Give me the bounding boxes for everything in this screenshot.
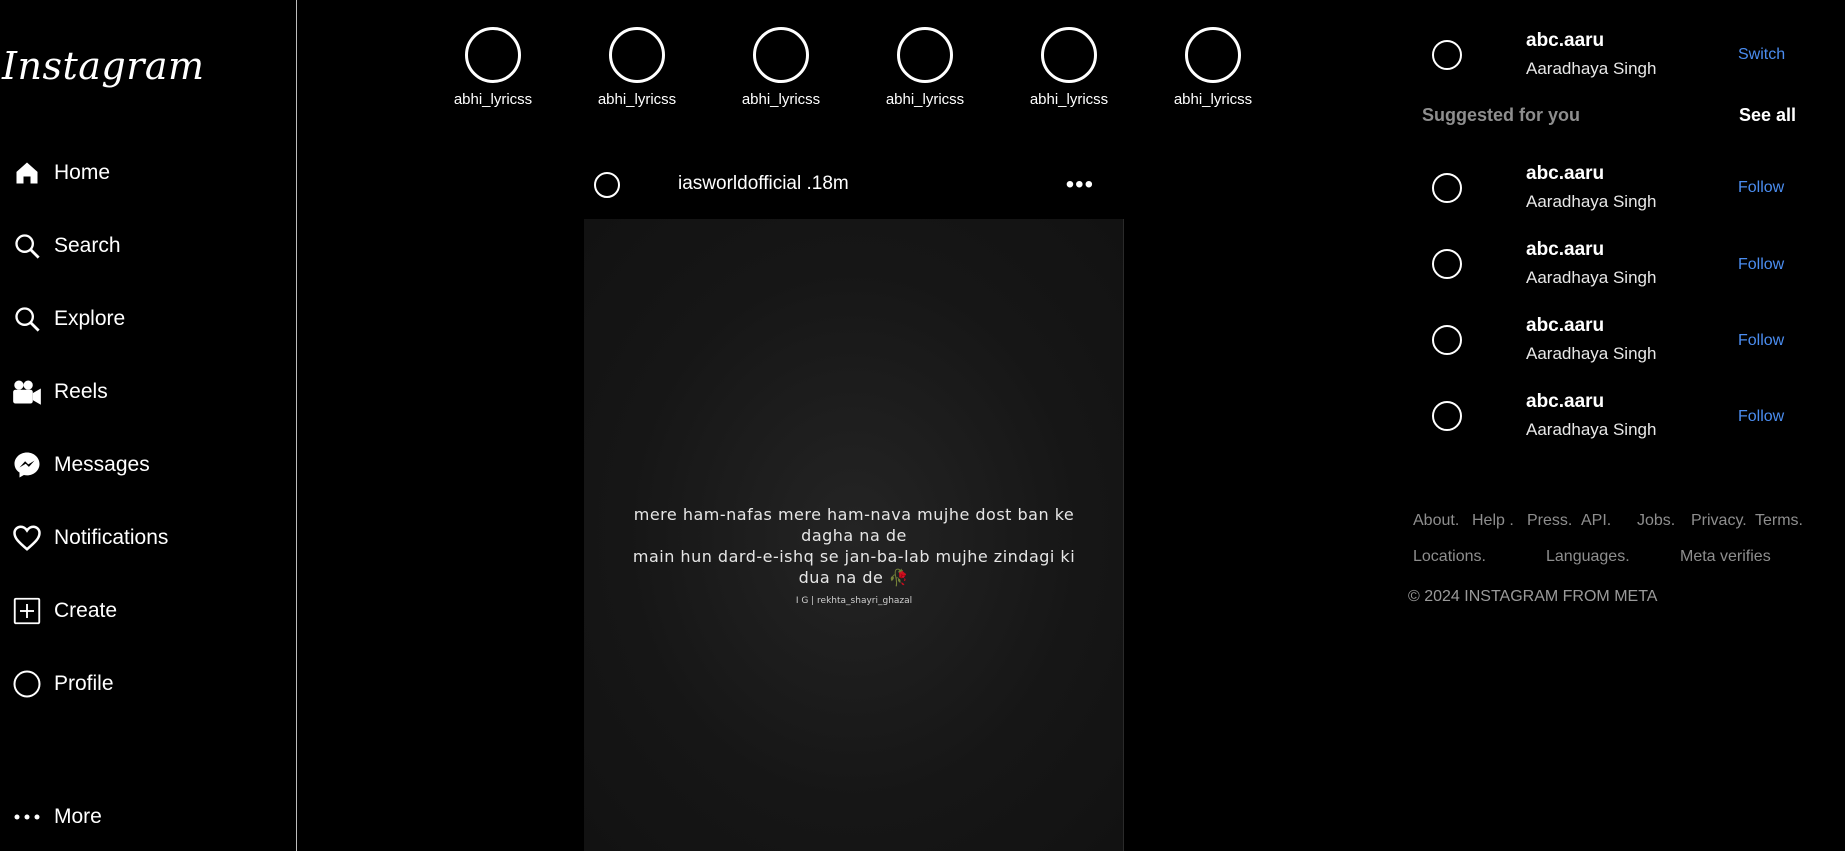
- suggestion-username[interactable]: abc.aaru: [1526, 163, 1604, 185]
- story-item[interactable]: abhi_lyricss: [582, 27, 692, 108]
- heart-icon: [12, 523, 42, 553]
- story-username: abhi_lyricss: [453, 91, 533, 108]
- nav-profile-label: Profile: [54, 672, 114, 695]
- story-item[interactable]: abhi_lyricss: [870, 27, 980, 108]
- post-header: iasworldofficial .18m •••: [584, 167, 1124, 203]
- home-icon: [12, 158, 42, 188]
- nav-home-label: Home: [54, 161, 111, 184]
- story-item[interactable]: abhi_lyricss: [438, 27, 548, 108]
- nav-profile[interactable]: Profile: [12, 664, 114, 704]
- footer-link-locations[interactable]: Locations.: [1413, 548, 1486, 566]
- more-dots-icon: [12, 802, 42, 832]
- nav-notifications[interactable]: Notifications: [12, 518, 168, 558]
- suggestion-avatar[interactable]: [1432, 249, 1462, 279]
- nav-search[interactable]: Search: [12, 226, 121, 266]
- suggestion-name: Aaradhaya Singh: [1526, 268, 1657, 287]
- nav-notifications-label: Notifications: [54, 526, 169, 549]
- post-caption-text: mere ham-nafas mere ham-nava mujhe dost …: [619, 504, 1089, 588]
- story-avatar: [1041, 27, 1097, 83]
- nav-explore[interactable]: Explore: [12, 299, 125, 339]
- footer-link-meta-verified[interactable]: Meta verifies: [1680, 548, 1771, 566]
- story-username: abhi_lyricss: [741, 91, 821, 108]
- switch-button[interactable]: Switch: [1738, 46, 1785, 64]
- follow-button[interactable]: Follow: [1738, 332, 1784, 350]
- suggestion-username[interactable]: abc.aaru: [1526, 315, 1604, 337]
- nav-create[interactable]: Create: [12, 591, 117, 631]
- post-more-options-icon[interactable]: •••: [1066, 171, 1094, 199]
- reels-icon: [12, 377, 42, 407]
- copyright-text: © 2024 INSTAGRAM FROM META: [1408, 588, 1658, 605]
- story-username: abhi_lyricss: [1173, 91, 1253, 108]
- post-line: main hun dard-e-ishq se jan-ba-lab mujhe…: [632, 547, 1076, 587]
- post-media[interactable]: mere ham-nafas mere ham-nava mujhe dost …: [584, 219, 1124, 851]
- post-line: mere ham-nafas mere ham-nava mujhe dost …: [633, 505, 1075, 545]
- nav-explore-label: Explore: [54, 307, 126, 330]
- story-item[interactable]: abhi_lyricss: [726, 27, 836, 108]
- suggestion-name: Aaradhaya Singh: [1526, 192, 1657, 211]
- follow-button[interactable]: Follow: [1738, 256, 1784, 274]
- footer-link-api[interactable]: API.: [1581, 512, 1611, 530]
- footer-link-privacy[interactable]: Privacy.: [1691, 512, 1747, 530]
- post-credit: I G | rekhta_shayri_ghazal: [795, 596, 913, 606]
- messenger-icon: [12, 450, 42, 480]
- nav-home[interactable]: Home: [12, 153, 110, 193]
- suggestion-avatar[interactable]: [1432, 325, 1462, 355]
- footer-link-press[interactable]: Press.: [1527, 512, 1572, 530]
- story-avatar: [753, 27, 809, 83]
- story-item[interactable]: abhi_lyricss: [1158, 27, 1268, 108]
- post-author[interactable]: iasworldofficial .18m: [678, 173, 849, 195]
- footer-link-about[interactable]: About.: [1413, 512, 1459, 530]
- footer-link-jobs[interactable]: Jobs.: [1637, 512, 1675, 530]
- nav-create-label: Create: [54, 599, 118, 622]
- nav-reels-label: Reels: [54, 380, 108, 403]
- post-author-avatar[interactable]: [594, 172, 620, 198]
- story-avatar: [897, 27, 953, 83]
- follow-button[interactable]: Follow: [1738, 179, 1784, 197]
- account-name: Aaradhaya Singh: [1526, 59, 1657, 78]
- suggestion-username[interactable]: abc.aaru: [1526, 239, 1604, 261]
- footer-link-help[interactable]: Help .: [1472, 512, 1514, 530]
- suggestion-username[interactable]: abc.aaru: [1526, 391, 1604, 413]
- follow-button[interactable]: Follow: [1738, 408, 1784, 426]
- story-username: abhi_lyricss: [597, 91, 677, 108]
- suggestion-avatar[interactable]: [1432, 401, 1462, 431]
- nav-search-label: Search: [54, 234, 121, 257]
- see-all-link[interactable]: See all: [1739, 105, 1796, 126]
- suggestion-name: Aaradhaya Singh: [1526, 420, 1657, 439]
- suggestion-avatar[interactable]: [1432, 173, 1462, 203]
- nav-more-label: More: [54, 805, 102, 828]
- suggested-label: Suggested for you: [1422, 105, 1581, 125]
- plus-square-icon: [12, 596, 42, 626]
- sidebar: Instagram Home Search Explore Reels Mess…: [0, 0, 297, 851]
- story-username: abhi_lyricss: [885, 91, 965, 108]
- profile-avatar-icon: [12, 669, 42, 699]
- story-item[interactable]: abhi_lyricss: [1014, 27, 1124, 108]
- nav-reels[interactable]: Reels: [12, 372, 108, 412]
- account-username[interactable]: abc.aaru: [1526, 30, 1604, 52]
- nav-messages-label: Messages: [54, 453, 150, 476]
- suggestion-name: Aaradhaya Singh: [1526, 344, 1657, 363]
- story-avatar: [465, 27, 521, 83]
- story-avatar: [1185, 27, 1241, 83]
- account-avatar[interactable]: [1432, 40, 1462, 70]
- footer-link-terms[interactable]: Terms.: [1755, 512, 1803, 530]
- nav-more[interactable]: More: [12, 797, 102, 837]
- footer-link-languages[interactable]: Languages.: [1546, 548, 1630, 566]
- instagram-logo[interactable]: Instagram: [2, 44, 205, 88]
- story-avatar: [609, 27, 665, 83]
- story-username: abhi_lyricss: [1029, 91, 1109, 108]
- search-icon: [12, 231, 42, 261]
- explore-icon: [12, 304, 42, 334]
- nav-messages[interactable]: Messages: [12, 445, 150, 485]
